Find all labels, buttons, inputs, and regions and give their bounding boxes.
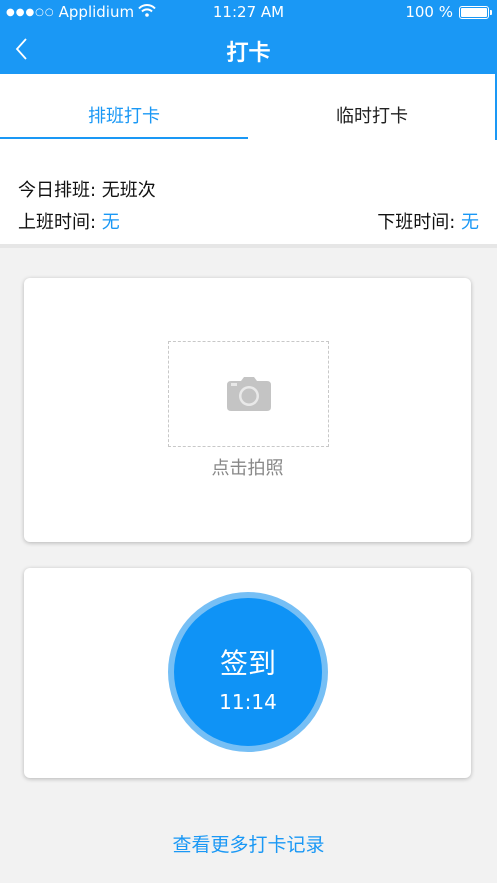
- battery-icon: [459, 5, 492, 19]
- today-schedule-label: 今日排班:: [18, 180, 102, 201]
- end-time: 下班时间: 无: [377, 208, 479, 234]
- take-photo-label: 点击拍照: [211, 458, 284, 479]
- view-more-records-link[interactable]: 查看更多打卡记录: [0, 830, 497, 857]
- schedule-info: 今日排班: 无班次 上班时间: 无 下班时间: 无: [0, 140, 497, 248]
- checkin-button[interactable]: 签到 11:14: [168, 592, 328, 752]
- start-time-value: 无: [101, 212, 120, 233]
- start-time: 上班时间: 无: [18, 208, 120, 234]
- page-title: 打卡: [226, 41, 271, 66]
- checkin-time: 11:14: [219, 690, 277, 714]
- today-schedule: 今日排班: 无班次: [18, 176, 156, 202]
- battery-percent: 100 %: [405, 3, 453, 21]
- battery-group: 100 %: [405, 3, 492, 21]
- end-time-label: 下班时间:: [377, 212, 461, 233]
- tab-scheduled-checkin[interactable]: 排班打卡: [0, 74, 248, 140]
- take-photo-button[interactable]: [168, 341, 329, 447]
- today-schedule-value: 无班次: [101, 180, 156, 201]
- nav-bar: 打卡: [0, 24, 497, 74]
- checkin-card: 签到 11:14: [24, 568, 471, 778]
- status-bar: ●●●○○ Applidium 11:27 AM 100 %: [0, 0, 497, 24]
- photo-card: 点击拍照: [24, 278, 471, 542]
- tab-bar: 排班打卡 临时打卡: [0, 74, 497, 140]
- tab-temporary-checkin[interactable]: 临时打卡: [248, 74, 496, 140]
- start-time-label: 上班时间:: [18, 212, 102, 233]
- camera-icon: [226, 377, 271, 411]
- end-time-value: 无: [461, 212, 479, 233]
- checkin-label: 签到: [219, 647, 276, 680]
